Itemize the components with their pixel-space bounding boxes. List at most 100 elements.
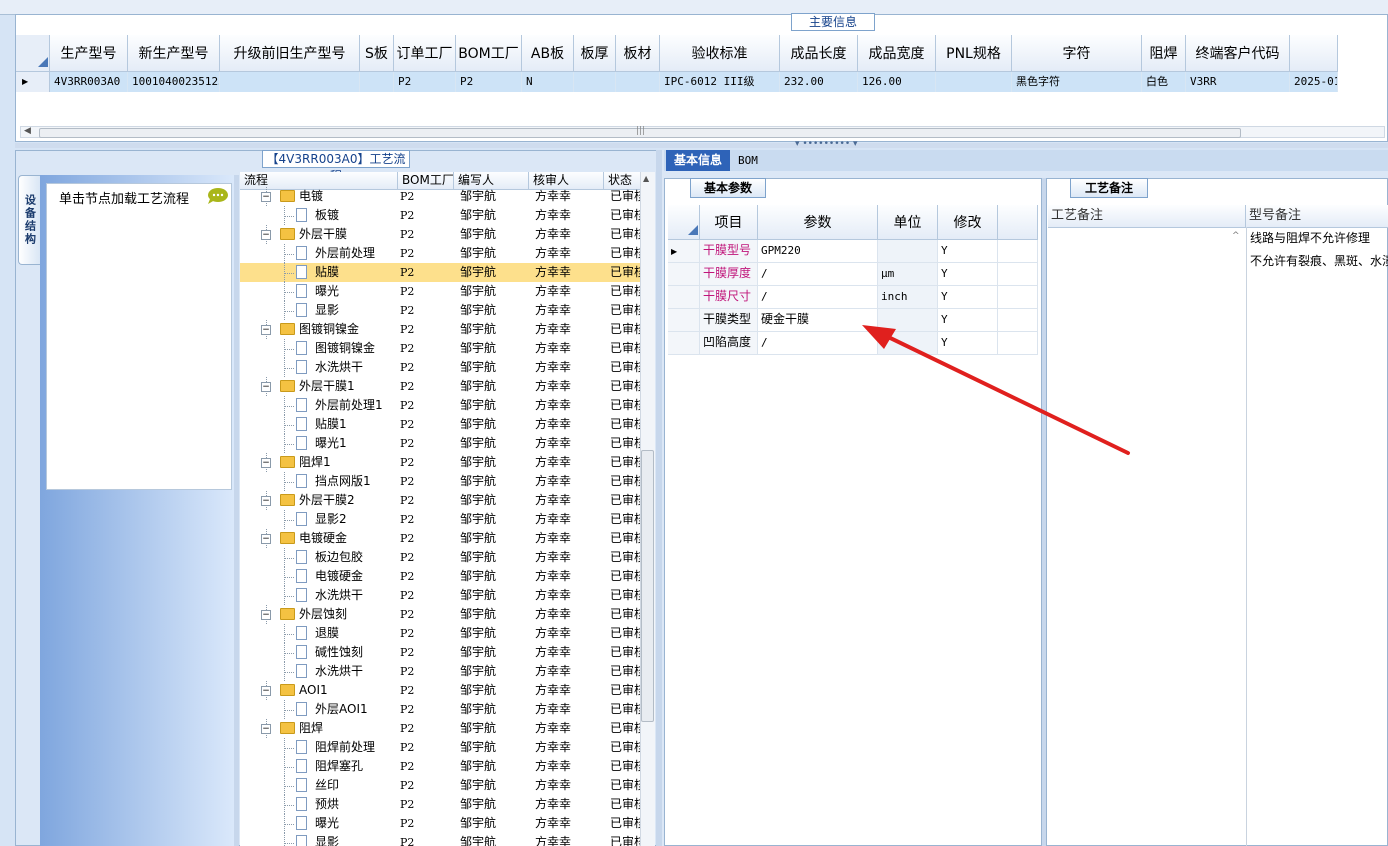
col-unit[interactable]: 单位: [878, 205, 938, 239]
tree-node[interactable]: 显影2: [240, 510, 398, 529]
main-hscroll[interactable]: ◀ |||: [20, 126, 1385, 138]
tree-row[interactable]: 预烘 P2 邹宇航 方幸幸 已审核: [240, 795, 640, 814]
cell-width[interactable]: 126.00: [858, 72, 936, 92]
tree-row[interactable]: 显影2 P2 邹宇航 方幸幸 已审核: [240, 510, 640, 529]
param-edit[interactable]: Y: [938, 263, 998, 285]
param-row-indicator[interactable]: [668, 309, 700, 331]
cell-new-model[interactable]: 10010400235123: [128, 72, 220, 92]
tree-row[interactable]: 碱性蚀刻 P2 邹宇航 方幸幸 已审核: [240, 643, 640, 662]
cell-thickness[interactable]: [574, 72, 616, 92]
cell-material[interactable]: [616, 72, 660, 92]
collapse-icon[interactable]: −: [261, 724, 271, 734]
tree-node[interactable]: 阻焊塞孔: [240, 757, 398, 776]
tree-node[interactable]: − 阻焊1: [240, 453, 398, 472]
collapse-icon[interactable]: −: [261, 192, 271, 202]
tree-row[interactable]: 挡点网版1 P2 邹宇航 方幸幸 已审核: [240, 472, 640, 491]
param-row-indicator[interactable]: [668, 263, 700, 285]
left-splitter[interactable]: [234, 175, 239, 846]
tree-node[interactable]: 外层AOI1: [240, 700, 398, 719]
collapse-icon[interactable]: −: [261, 496, 271, 506]
tree-row[interactable]: 曝光 P2 邹宇航 方幸幸 已审核: [240, 814, 640, 833]
collapse-icon[interactable]: −: [261, 382, 271, 392]
col-new-model[interactable]: 新生产型号: [128, 35, 220, 71]
collapse-icon[interactable]: −: [261, 686, 271, 696]
grid-corner[interactable]: [16, 35, 50, 71]
tree-node[interactable]: − 图镀铜镍金: [240, 320, 398, 339]
tree-node[interactable]: 水洗烘干: [240, 358, 398, 377]
param-unit[interactable]: inch: [878, 286, 938, 308]
main-hscroll-thumb[interactable]: |||: [39, 126, 1241, 138]
col-model-notes[interactable]: 型号备注: [1246, 205, 1388, 227]
col-pnl-spec[interactable]: PNL规格: [936, 35, 1012, 71]
tree-row[interactable]: − 电镀 P2 邹宇航 方幸幸 已审核: [240, 187, 640, 206]
param-row[interactable]: 干膜厚度 / μm Y: [668, 263, 1038, 286]
tree-row[interactable]: 板镀 P2 邹宇航 方幸幸 已审核: [240, 206, 640, 225]
tree-node[interactable]: 丝印: [240, 776, 398, 795]
tree-row[interactable]: 曝光1 P2 邹宇航 方幸幸 已审核: [240, 434, 640, 453]
tree-node[interactable]: 曝光: [240, 814, 398, 833]
tab-bom[interactable]: BOM: [738, 150, 768, 171]
tree-node[interactable]: 挡点网版1: [240, 472, 398, 491]
param-row-indicator[interactable]: [668, 332, 700, 354]
param-unit[interactable]: [878, 240, 938, 262]
col-production-model[interactable]: 生产型号: [50, 35, 128, 71]
tree-row[interactable]: 丝印 P2 邹宇航 方幸幸 已审核: [240, 776, 640, 795]
tree-row[interactable]: 水洗烘干 P2 邹宇航 方幸幸 已审核: [240, 358, 640, 377]
collapse-icon[interactable]: −: [261, 325, 271, 335]
tree-node[interactable]: 外层前处理: [240, 244, 398, 263]
params-corner[interactable]: [668, 205, 700, 239]
cell-s-board[interactable]: [360, 72, 394, 92]
tree-row[interactable]: − 阻焊 P2 邹宇航 方幸幸 已审核: [240, 719, 640, 738]
tree-node[interactable]: 阻焊前处理: [240, 738, 398, 757]
param-value[interactable]: GPM220: [758, 240, 878, 262]
cell-order-factory[interactable]: P2: [394, 72, 456, 92]
param-value[interactable]: /: [758, 263, 878, 285]
collapse-icon[interactable]: −: [261, 458, 271, 468]
tree-row[interactable]: − 外层干膜 P2 邹宇航 方幸幸 已审核: [240, 225, 640, 244]
tree-node[interactable]: 显影: [240, 833, 398, 846]
param-unit[interactable]: μm: [878, 263, 938, 285]
tree-row[interactable]: 外层AOI1 P2 邹宇航 方幸幸 已审核: [240, 700, 640, 719]
collapse-icon[interactable]: −: [261, 230, 271, 240]
cell-production-model[interactable]: 4V3RR003A0: [50, 72, 128, 92]
tree-node[interactable]: 预烘: [240, 795, 398, 814]
tree-row[interactable]: 板边包胶 P2 邹宇航 方幸幸 已审核: [240, 548, 640, 567]
tree-row[interactable]: 外层前处理1 P2 邹宇航 方幸幸 已审核: [240, 396, 640, 415]
notes-tab[interactable]: 工艺备注: [1070, 178, 1148, 198]
cell-bom-factory[interactable]: P2: [456, 72, 522, 92]
tree-row[interactable]: 贴膜1 P2 邹宇航 方幸幸 已审核: [240, 415, 640, 434]
tree-row[interactable]: 显影 P2 邹宇航 方幸幸 已审核: [240, 301, 640, 320]
tree-node[interactable]: 贴膜: [240, 263, 398, 282]
col-order-factory[interactable]: 订单工厂: [394, 35, 456, 71]
tree-row[interactable]: 图镀铜镍金 P2 邹宇航 方幸幸 已审核: [240, 339, 640, 358]
tree-row[interactable]: 阻焊塞孔 P2 邹宇航 方幸幸 已审核: [240, 757, 640, 776]
collapse-icon[interactable]: −: [261, 534, 271, 544]
collapse-icon[interactable]: −: [261, 610, 271, 620]
tree-row[interactable]: 贴膜 P2 邹宇航 方幸幸 已审核: [240, 263, 640, 282]
tree-vscroll-thumb[interactable]: [641, 450, 654, 722]
row-indicator[interactable]: ▶: [16, 72, 50, 92]
horizontal-splitter[interactable]: ▾ ••••••••• ▾: [15, 139, 1388, 149]
tree-node[interactable]: − 外层蚀刻: [240, 605, 398, 624]
tree-node[interactable]: 板镀: [240, 206, 398, 225]
tree-node[interactable]: − 电镀硬金: [240, 529, 398, 548]
col-width[interactable]: 成品宽度: [858, 35, 936, 71]
tree-row[interactable]: − 外层干膜2 P2 邹宇航 方幸幸 已审核: [240, 491, 640, 510]
param-row[interactable]: ▶ 干膜型号 GPM220 Y: [668, 240, 1038, 263]
tree-row[interactable]: 显影 P2 邹宇航 方幸幸 已审核: [240, 833, 640, 846]
cell-ab-board[interactable]: N: [522, 72, 574, 92]
tree-node[interactable]: 图镀铜镍金: [240, 339, 398, 358]
tree-row[interactable]: − AOI1 P2 邹宇航 方幸幸 已审核: [240, 681, 640, 700]
tree-row[interactable]: − 图镀铜镍金 P2 邹宇航 方幸幸 已审核: [240, 320, 640, 339]
cell-solder-mask[interactable]: 白色: [1142, 72, 1186, 92]
tree-row[interactable]: 水洗烘干 P2 邹宇航 方幸幸 已审核: [240, 662, 640, 681]
node-hint-box[interactable]: 单击节点加载工艺流程: [46, 183, 232, 490]
col-item[interactable]: 项目: [700, 205, 758, 239]
col-process-notes[interactable]: 工艺备注: [1048, 205, 1246, 227]
col-old-model[interactable]: 升级前旧生产型号: [220, 35, 360, 71]
col-param[interactable]: 参数: [758, 205, 878, 239]
tree-node[interactable]: 退膜: [240, 624, 398, 643]
main-grid-row[interactable]: ▶ 4V3RR003A0 10010400235123 P2 P2 N IPC-6012 …: [16, 72, 1338, 92]
col-customer-code[interactable]: 终端客户代码: [1186, 35, 1290, 71]
tree-node[interactable]: 碱性蚀刻: [240, 643, 398, 662]
